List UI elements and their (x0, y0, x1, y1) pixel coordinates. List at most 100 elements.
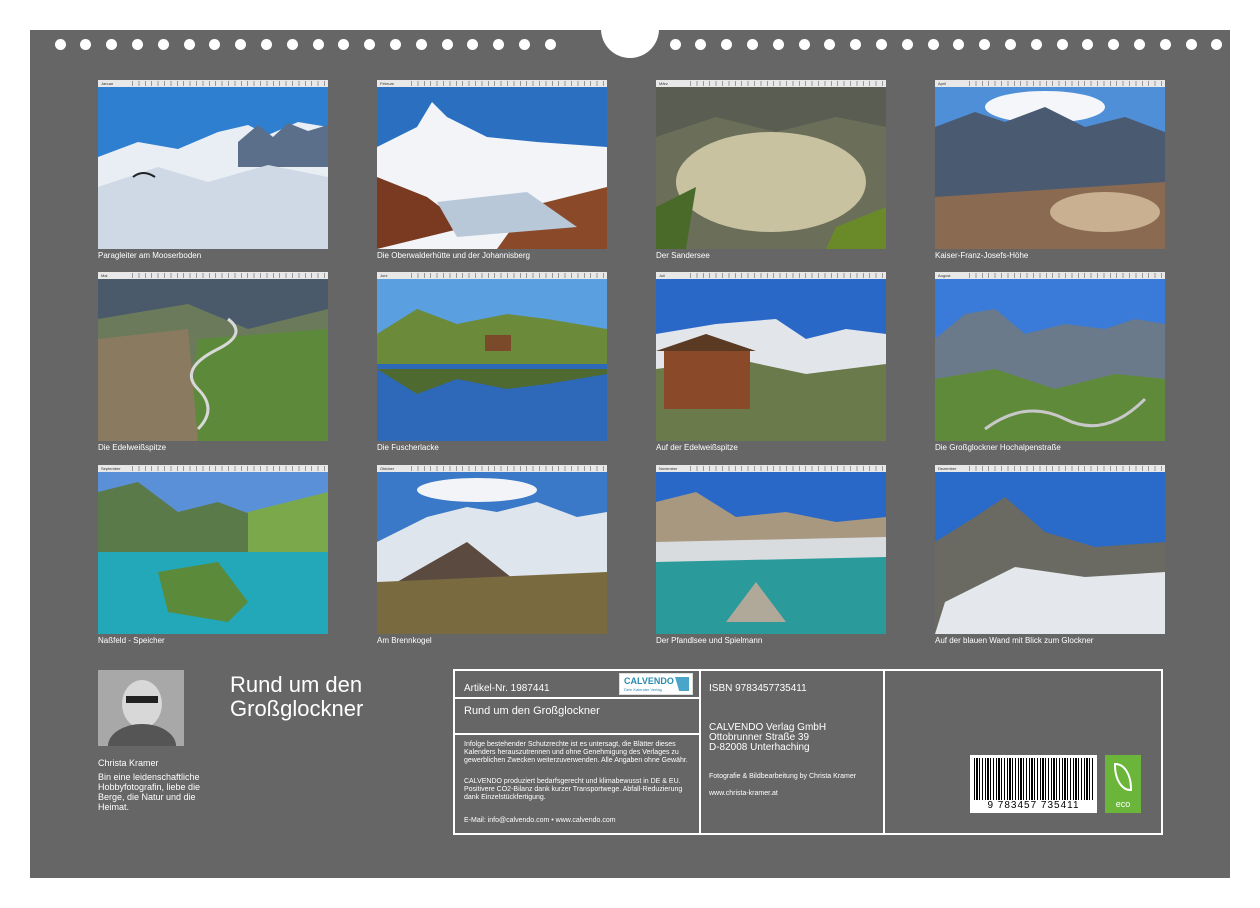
month-photo (377, 87, 607, 249)
barcode: 9 783457 735411 (970, 755, 1097, 813)
binding-hole (389, 39, 401, 50)
month-calendar-strip: September (98, 465, 328, 472)
binding-hole (1108, 39, 1120, 50)
binding-hole (850, 39, 862, 50)
author-portrait (98, 670, 184, 746)
barcode-bars (974, 758, 1093, 800)
photo-caption: Die Edelweißspitze (98, 443, 167, 452)
binding-hole (1004, 39, 1016, 50)
calvendo-mark-icon (675, 677, 689, 691)
month-photo (656, 472, 886, 634)
month-label: April (938, 81, 947, 86)
binding-hole (54, 39, 66, 50)
binding-hole (415, 39, 427, 50)
binding-hole (80, 39, 92, 50)
contact-info[interactable]: E-Mail: info@calvendo.com • www.calvendo… (464, 817, 616, 824)
month-photo (98, 472, 328, 634)
photo-caption: Paragleiter am Mooserboden (98, 251, 202, 260)
month-photo (935, 87, 1165, 249)
month-label: Juni (380, 273, 388, 278)
calvendo-logo[interactable]: CALVENDO Dein Kalender Verlag (619, 673, 693, 695)
isbn: ISBN 9783457735411 (709, 683, 807, 694)
calvendo-logo-subtitle: Dein Kalender Verlag (624, 687, 662, 692)
binding-hole (106, 39, 118, 50)
photo-caption: Kaiser-Franz-Josefs-Höhe (935, 251, 1029, 260)
binding-hole (235, 39, 247, 50)
publisher-city: D-82008 Unterhaching (709, 742, 810, 753)
month-photo (935, 279, 1165, 441)
month-label: Februar (380, 81, 395, 86)
binding-hole (286, 39, 298, 50)
binding-hole (695, 39, 707, 50)
binding-hole (260, 39, 272, 50)
binding-hole (746, 39, 758, 50)
binding-hole (824, 39, 836, 50)
binding-hole (1133, 39, 1145, 50)
month-label: Dezember (938, 466, 957, 471)
photo-credit: Fotografie & Bildbearbeitung by Christa … (709, 773, 857, 780)
binding-hole (721, 39, 733, 50)
author-name: Christa Kramer (98, 758, 159, 768)
publisher-info-box: Artikel-Nr. 1987441 CALVENDO Dein Kalend… (453, 669, 1163, 835)
month-calendar-strip: Januar (98, 80, 328, 87)
eco-notice: CALVENDO produziert bedarfsgerecht und k… (464, 778, 683, 801)
binding-hole (1159, 39, 1171, 50)
month-calendar-strip: Oktober (377, 465, 607, 472)
month-label: Juli (659, 273, 666, 278)
binding-hole (157, 39, 169, 50)
month-photo (656, 87, 886, 249)
article-number: Artikel-Nr. 1987441 (464, 683, 550, 694)
binding-hole (1185, 39, 1197, 50)
barcode-number: 9 783457 735411 (987, 800, 1080, 811)
binding-hole (798, 39, 810, 50)
binding-hole (772, 39, 784, 50)
binding-hole (953, 39, 965, 50)
month-photo (98, 87, 328, 249)
month-label: Januar (101, 81, 114, 86)
month-calendar-strip: Februar (377, 80, 607, 87)
month-calendar-strip: Dezember (935, 465, 1165, 472)
month-label: August (938, 273, 951, 278)
binding-hole (669, 39, 681, 50)
eco-badge: eco (1105, 755, 1141, 813)
binding-hole (1056, 39, 1068, 50)
photo-caption: Naßfeld - Speicher (98, 636, 165, 645)
calendar-back-page: Januar Paragleiter am Mooserboden Februa… (30, 0, 1230, 878)
binding-hole (927, 39, 939, 50)
photo-caption: Auf der blauen Wand mit Blick zum Glockn… (935, 636, 1094, 645)
month-calendar-strip: August (935, 272, 1165, 279)
month-calendar-strip: Mai (98, 272, 328, 279)
photographer-website[interactable]: www.christa-kramer.at (709, 790, 778, 797)
product-title: Rund um den Großglockner (464, 705, 600, 717)
month-photo (377, 279, 607, 441)
binding-hole (183, 39, 195, 50)
binding-hole (364, 39, 376, 50)
binding-hole (1211, 39, 1223, 50)
author-bio: Bin eine leidenschaftliche Hobbyfotograf… (98, 772, 201, 812)
month-label: Oktober (380, 466, 395, 471)
binding-hole (493, 39, 505, 50)
month-calendar-strip: März (656, 80, 886, 87)
binding-hole (1030, 39, 1042, 50)
photo-caption: Der Pfandlsee und Spielmann (656, 636, 763, 645)
binding-hole (312, 39, 324, 50)
month-label: November (659, 466, 678, 471)
binding-hole (441, 39, 453, 50)
photo-caption: Die Oberwalderhütte und der Johannisberg (377, 251, 530, 260)
photo-caption: Der Sandersee (656, 251, 710, 260)
photo-caption: Auf der Edelweißspitze (656, 443, 738, 452)
month-calendar-strip: Juli (656, 272, 886, 279)
photo-caption: Die Großglockner Hochalpenstraße (935, 443, 1061, 452)
month-label: Mai (101, 273, 108, 278)
leaf-icon (1114, 763, 1132, 791)
binding-hole (875, 39, 887, 50)
binding-hole (518, 39, 530, 50)
binding-hole (901, 39, 913, 50)
binding-hole (1082, 39, 1094, 50)
hanger-cutout (601, 0, 659, 58)
photo-caption: Die Fuscherlacke (377, 443, 439, 452)
binding-hole (209, 39, 221, 50)
binding-hole (467, 39, 479, 50)
month-photo (935, 472, 1165, 634)
month-calendar-strip: April (935, 80, 1165, 87)
